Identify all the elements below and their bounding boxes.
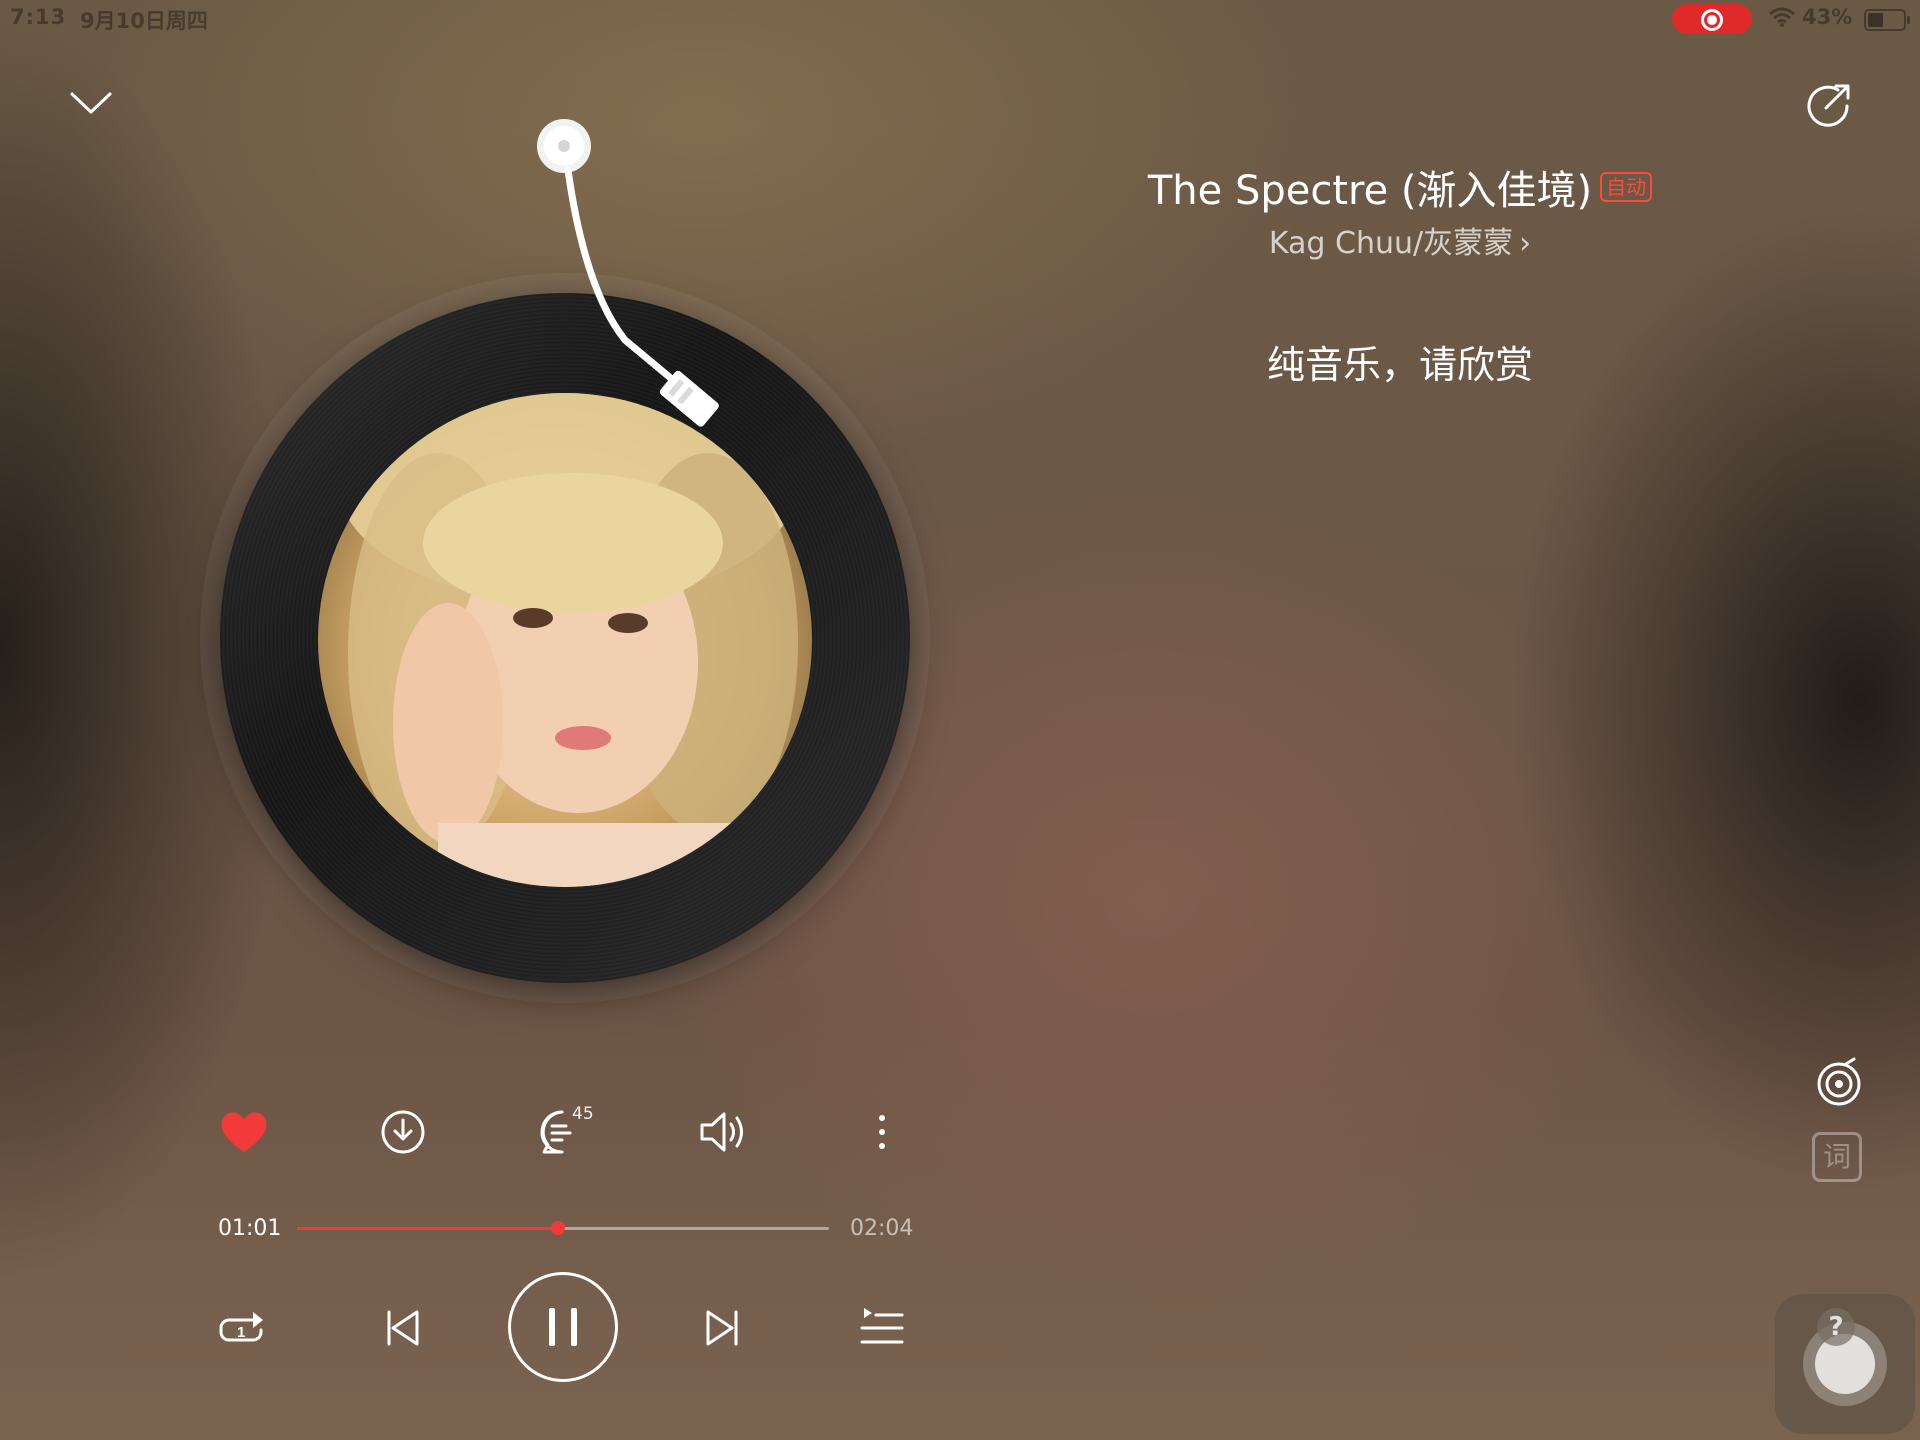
current-time: 01:01 [218,1216,282,1241]
artist-name[interactable]: Kag Chuu/灰蒙蒙 [1269,226,1513,261]
progress-fill [297,1227,558,1230]
total-time: 02:04 [850,1216,914,1241]
pause-button[interactable] [508,1272,618,1382]
artist-link[interactable]: Kag Chuu/灰蒙蒙 › [1100,218,1700,262]
status-bar [0,0,1920,36]
next-track-icon[interactable] [692,1298,752,1358]
chevron-right-icon: › [1519,226,1532,261]
assistive-touch-button[interactable]: ? [1775,1294,1915,1434]
song-title: The Spectre (渐入佳境) [1147,168,1593,214]
progress-slider[interactable] [297,1221,829,1235]
download-icon[interactable] [373,1102,433,1162]
playlist-icon[interactable] [852,1298,912,1358]
battery-icon [1864,9,1910,31]
lyric-line[interactable]: 纯音乐，请欣赏 [1100,334,1700,389]
lyric-mode-button[interactable]: 词 [1812,1132,1862,1182]
song-title-row: The Spectre (渐入佳境) 自动 [1100,158,1700,216]
pause-icon [549,1308,555,1346]
album-cover[interactable] [318,393,812,887]
repeat-one-icon[interactable]: 1 [213,1298,273,1358]
screen-record-icon[interactable] [1672,4,1752,34]
svg-text:1: 1 [237,1324,245,1341]
pause-icon-bar [571,1308,577,1346]
share-icon[interactable] [1802,80,1854,132]
album-cover-art [338,393,798,887]
tonearm [537,119,719,427]
status-time: 7:13 [10,5,67,29]
lyric-mode-label: 词 [1822,1140,1851,1173]
auto-badge: 自动 [1600,172,1653,202]
comment-count: 45 [572,1104,594,1124]
heart-icon[interactable] [214,1102,274,1162]
more-vertical-icon[interactable] [852,1102,912,1162]
progress-knob[interactable] [550,1221,565,1235]
vinyl-mode-icon[interactable] [1810,1055,1868,1113]
chevron-down-icon[interactable] [66,84,116,124]
wifi-icon [1769,7,1795,27]
help-icon[interactable]: ? [1817,1308,1855,1346]
speaker-icon[interactable] [692,1102,752,1162]
status-date: 9月10日周四 [80,9,208,33]
previous-track-icon[interactable] [373,1298,433,1358]
battery-percent: 43% [1802,5,1853,29]
